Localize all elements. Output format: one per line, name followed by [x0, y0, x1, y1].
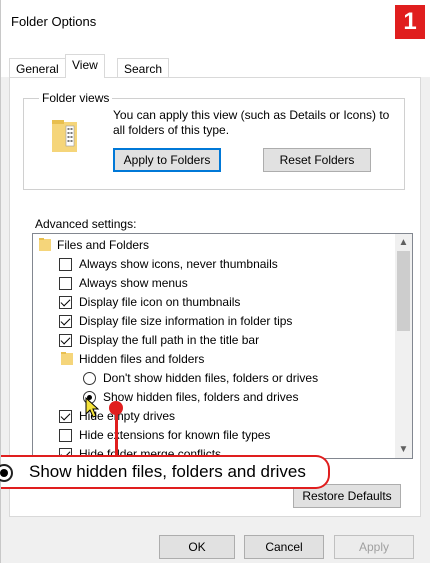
checkbox[interactable]: [59, 258, 72, 271]
mouse-pointer-icon: [85, 397, 100, 418]
list-item-label: Show hidden files, folders and drives: [103, 390, 299, 404]
list-item-label: Hide extensions for known file types: [79, 428, 271, 442]
list-item-label: Hidden files and folders: [79, 352, 205, 366]
folder-icon: [61, 352, 73, 365]
step-badge: 1: [395, 5, 425, 39]
checkbox-checked[interactable]: [59, 315, 72, 328]
apply-to-folders-button[interactable]: Apply to Folders: [113, 148, 221, 172]
checkbox-checked[interactable]: [59, 410, 72, 423]
cancel-button[interactable]: Cancel: [244, 535, 324, 559]
folder-views-icon: [52, 120, 77, 152]
advanced-settings-list[interactable]: ▲ ▼ Files and Folders Always show icons,…: [32, 233, 413, 459]
folder-icon: [39, 238, 51, 251]
window-title: Folder Options: [11, 14, 97, 29]
folder-options-dialog: Folder Options 1 General View Search Fol…: [0, 0, 430, 563]
scroll-thumb[interactable]: [397, 251, 410, 331]
checkbox-checked[interactable]: [59, 296, 72, 309]
callout-radio-icon: [0, 464, 13, 482]
ok-button[interactable]: OK: [159, 535, 235, 559]
apply-button: Apply: [334, 535, 414, 559]
folder-views-legend: Folder views: [39, 91, 113, 105]
callout-connector-line: [115, 410, 118, 455]
list-item-label: Display the full path in the title bar: [79, 333, 260, 347]
scroll-down-arrow-icon[interactable]: ▼: [395, 441, 412, 458]
checkbox-checked[interactable]: [59, 334, 72, 347]
list-item-label: Always show menus: [79, 276, 188, 290]
reset-folders-button[interactable]: Reset Folders: [263, 148, 371, 172]
list-item-label: Display file icon on thumbnails: [79, 295, 241, 309]
tab-view[interactable]: View: [65, 54, 105, 78]
checkbox[interactable]: [59, 429, 72, 442]
title-bar: Folder Options 1: [1, 0, 430, 44]
list-item-label: Don't show hidden files, folders or driv…: [103, 371, 319, 385]
list-item-label: Display file size information in folder …: [79, 314, 293, 328]
tab-general[interactable]: General: [9, 58, 66, 78]
callout-magnified-option: Show hidden files, folders and drives: [0, 455, 330, 489]
checkbox[interactable]: [59, 277, 72, 290]
list-item-label: Always show icons, never thumbnails: [79, 257, 278, 271]
advanced-settings-label: Advanced settings:: [35, 217, 137, 231]
vertical-scrollbar[interactable]: ▲ ▼: [395, 234, 412, 458]
radio-button[interactable]: [83, 372, 96, 385]
list-item-label: Files and Folders: [57, 238, 150, 252]
callout-text: Show hidden files, folders and drives: [29, 462, 306, 481]
tab-strip: General View Search: [1, 44, 430, 78]
tab-search[interactable]: Search: [117, 58, 170, 78]
scroll-up-arrow-icon[interactable]: ▲: [395, 234, 412, 251]
folder-views-description: You can apply this view (such as Details…: [113, 108, 390, 137]
